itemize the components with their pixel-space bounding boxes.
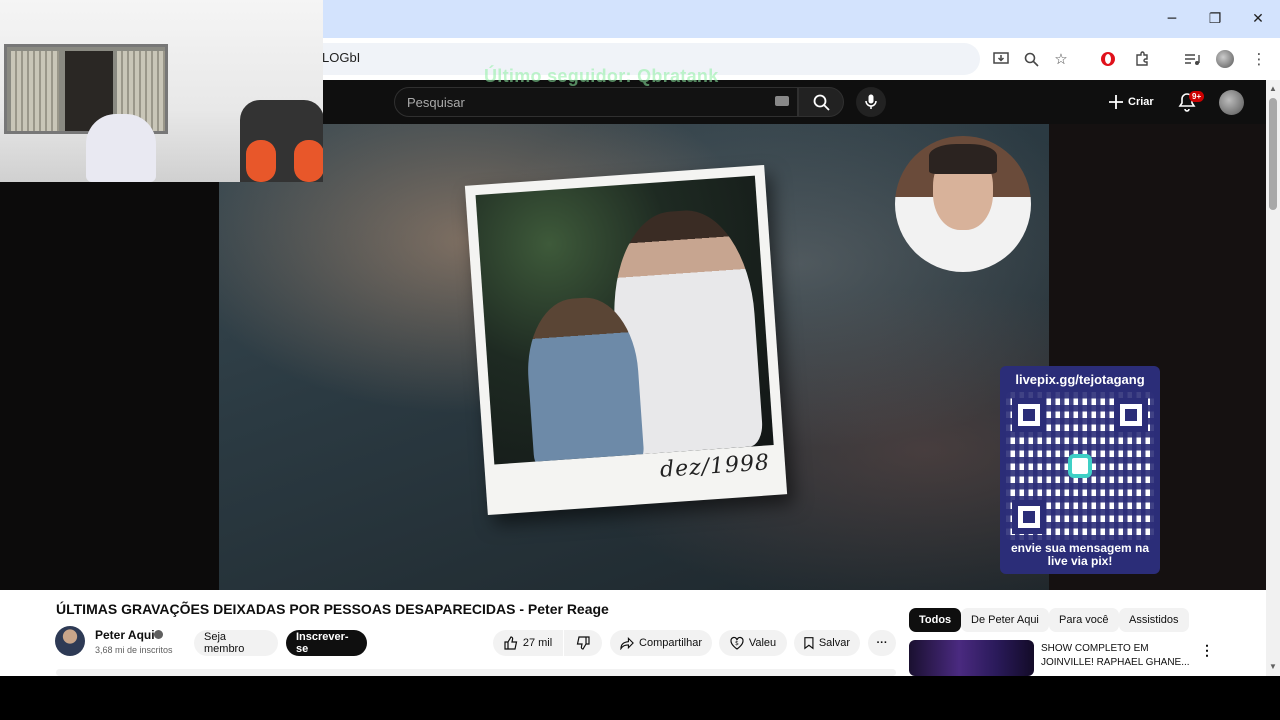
like-button[interactable]: 27 mil	[493, 630, 563, 656]
filter-chip-watched[interactable]: Assistidos	[1119, 608, 1189, 632]
search-icon	[813, 94, 830, 111]
last-follower-overlay: Último seguidor: Qbratank	[484, 66, 719, 86]
more-actions-button[interactable]: ···	[868, 630, 896, 656]
share-icon	[620, 636, 634, 650]
create-button[interactable]: Criar	[1108, 89, 1154, 115]
dislike-button[interactable]	[564, 630, 602, 656]
thumbs-down-icon	[576, 636, 590, 650]
qr-finder	[1012, 398, 1046, 432]
notification-badge: 9+	[1189, 91, 1205, 102]
save-button[interactable]: Salvar	[794, 630, 860, 656]
filter-chip-channel[interactable]: De Peter Aqui	[961, 608, 1049, 632]
bookmark-icon	[804, 637, 814, 650]
cup	[86, 114, 156, 182]
chair-cushion	[246, 140, 276, 182]
chair-cushion	[294, 140, 323, 182]
subscriber-count: 3,68 mi de inscritos	[95, 645, 173, 655]
livepix-card: livepix.gg/tejotagang envie sua mensagem…	[1000, 366, 1160, 574]
polaroid-photo: dez/1998	[464, 164, 788, 516]
join-button[interactable]: Seja membro	[194, 630, 278, 656]
share-label: Compartilhar	[639, 637, 702, 649]
zoom-icon[interactable]	[1020, 48, 1042, 70]
save-label: Salvar	[818, 637, 850, 649]
install-app-icon[interactable]	[990, 48, 1012, 70]
hair	[929, 144, 997, 174]
filter-label: Assistidos	[1129, 614, 1179, 626]
scroll-down-icon[interactable]: ▼	[1269, 662, 1277, 671]
profile-icon[interactable]	[1214, 48, 1236, 70]
more-icon: ···	[876, 637, 888, 649]
extensions-icon[interactable]	[1131, 48, 1153, 70]
video-title: ÚLTIMAS GRAVAÇÕES DEIXADAS POR PESSOAS D…	[56, 601, 609, 617]
search-placeholder: Pesquisar	[407, 95, 465, 110]
qr-code	[1006, 392, 1154, 540]
screen: ─ ❐ ✕ LOGbI ☆ ⋮ Pesquisar Criar 9+ dez/1…	[0, 0, 1280, 720]
keyboard-icon[interactable]	[775, 96, 789, 106]
page-scrollbar[interactable]: ▲ ▼	[1266, 80, 1280, 676]
content-divider	[56, 669, 896, 676]
bottom-black-bar	[0, 676, 1280, 720]
account-avatar[interactable]	[1219, 90, 1244, 115]
search-button[interactable]	[798, 87, 844, 117]
star-icon[interactable]: ☆	[1050, 48, 1072, 70]
voice-search-button[interactable]	[856, 87, 886, 117]
filter-chip-for-you[interactable]: Para você	[1049, 608, 1119, 632]
menu-icon[interactable]: ⋮	[1248, 48, 1270, 70]
svg-text:$: $	[735, 640, 739, 647]
mic-icon	[865, 94, 877, 109]
streamer-webcam-bubble	[895, 136, 1031, 272]
close-window-button[interactable]: ✕	[1246, 8, 1270, 30]
window-shutter	[11, 51, 59, 131]
photo-image	[475, 175, 774, 465]
plus-icon	[1109, 95, 1123, 109]
thanks-button[interactable]: $ Valeu	[719, 630, 787, 656]
filter-chip-todos[interactable]: Todos	[909, 608, 962, 632]
watch-metadata: ÚLTIMAS GRAVAÇÕES DEIXADAS POR PESSOAS D…	[0, 590, 1266, 676]
channel-name[interactable]: Peter Aqui	[95, 628, 155, 642]
livepix-url: livepix.gg/tejotagang	[1015, 372, 1145, 387]
subscribe-button[interactable]: Inscrever-se	[286, 630, 367, 656]
thanks-label: Valeu	[748, 637, 777, 649]
search-input[interactable]: Pesquisar	[394, 87, 798, 117]
minimize-button[interactable]: ─	[1160, 8, 1184, 30]
thanks-heart-icon: $	[730, 636, 744, 650]
share-button[interactable]: Compartilhar	[610, 630, 712, 656]
filter-label: Para você	[1059, 614, 1109, 626]
qr-finder	[1012, 500, 1046, 534]
subscribe-label: Inscrever-se	[296, 631, 349, 655]
like-count: 27 mil	[522, 637, 553, 649]
livepix-message: envie sua mensagem na live via pix!	[1010, 541, 1150, 568]
opera-icon[interactable]	[1097, 48, 1119, 70]
related-video-menu-icon[interactable]: ⋮	[1200, 642, 1214, 659]
url-text[interactable]: LOGbI	[322, 50, 360, 65]
verified-icon	[154, 630, 163, 639]
qr-logo	[1068, 454, 1092, 478]
scroll-up-icon[interactable]: ▲	[1269, 84, 1277, 93]
related-video-title[interactable]: SHOW COMPLETO EM JOINVILLE! RAPHAEL GHAN…	[1041, 642, 1191, 670]
qr-finder	[1114, 398, 1148, 432]
scrollbar-thumb[interactable]	[1269, 98, 1277, 210]
related-video-thumbnail[interactable]	[909, 640, 1034, 676]
room-webcam	[0, 0, 323, 182]
filter-label: Todos	[919, 614, 952, 626]
create-label: Criar	[1128, 96, 1154, 108]
thumbs-up-icon	[504, 636, 518, 650]
filter-label: De Peter Aqui	[971, 614, 1039, 626]
media-icon[interactable]	[1181, 48, 1203, 70]
join-label: Seja membro	[204, 631, 245, 655]
channel-avatar[interactable]	[55, 626, 85, 656]
restore-button[interactable]: ❐	[1203, 8, 1227, 30]
